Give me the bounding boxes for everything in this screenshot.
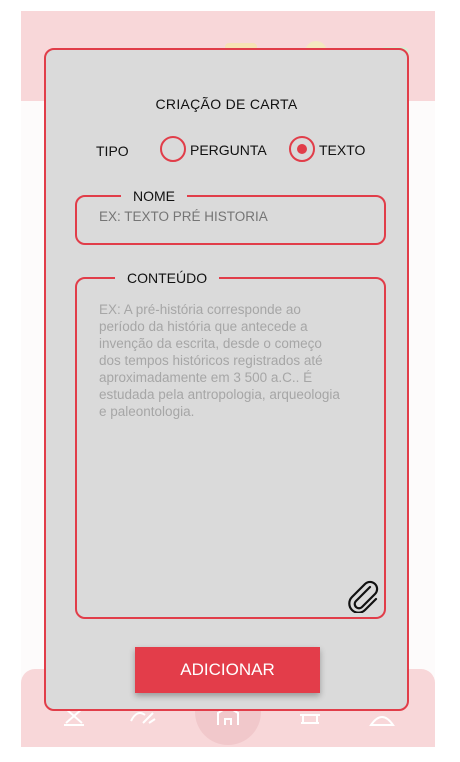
add-button[interactable]: ADICIONAR [135,647,320,693]
name-input[interactable] [99,209,370,224]
radio-label: TEXTO [319,142,366,158]
radio-label: PERGUNTA [190,142,267,158]
radio-selected-dot [297,144,307,154]
content-field-legend: CONTEÚDO [115,269,220,287]
content-textarea[interactable]: EX: A pré-história corresponde ao períod… [99,301,370,420]
content-field-group: CONTEÚDO EX: A pré-história corresponde … [75,269,386,619]
type-selector: TIPO PERGUNTA TEXTO [46,136,407,166]
create-card-modal: CRIAÇÃO DE CARTA TIPO PERGUNTA TEXTO NOM… [44,48,409,711]
radio-circle [289,136,315,162]
radio-option-pergunta[interactable]: PERGUNTA [160,136,270,164]
radio-option-texto[interactable]: TEXTO [289,136,379,164]
paperclip-icon[interactable] [346,579,380,613]
modal-title: CRIAÇÃO DE CARTA [155,96,298,112]
name-field-legend: NOME [121,187,187,205]
radio-circle [160,136,186,162]
name-field-group: NOME [75,187,386,245]
type-label: TIPO [96,143,129,159]
